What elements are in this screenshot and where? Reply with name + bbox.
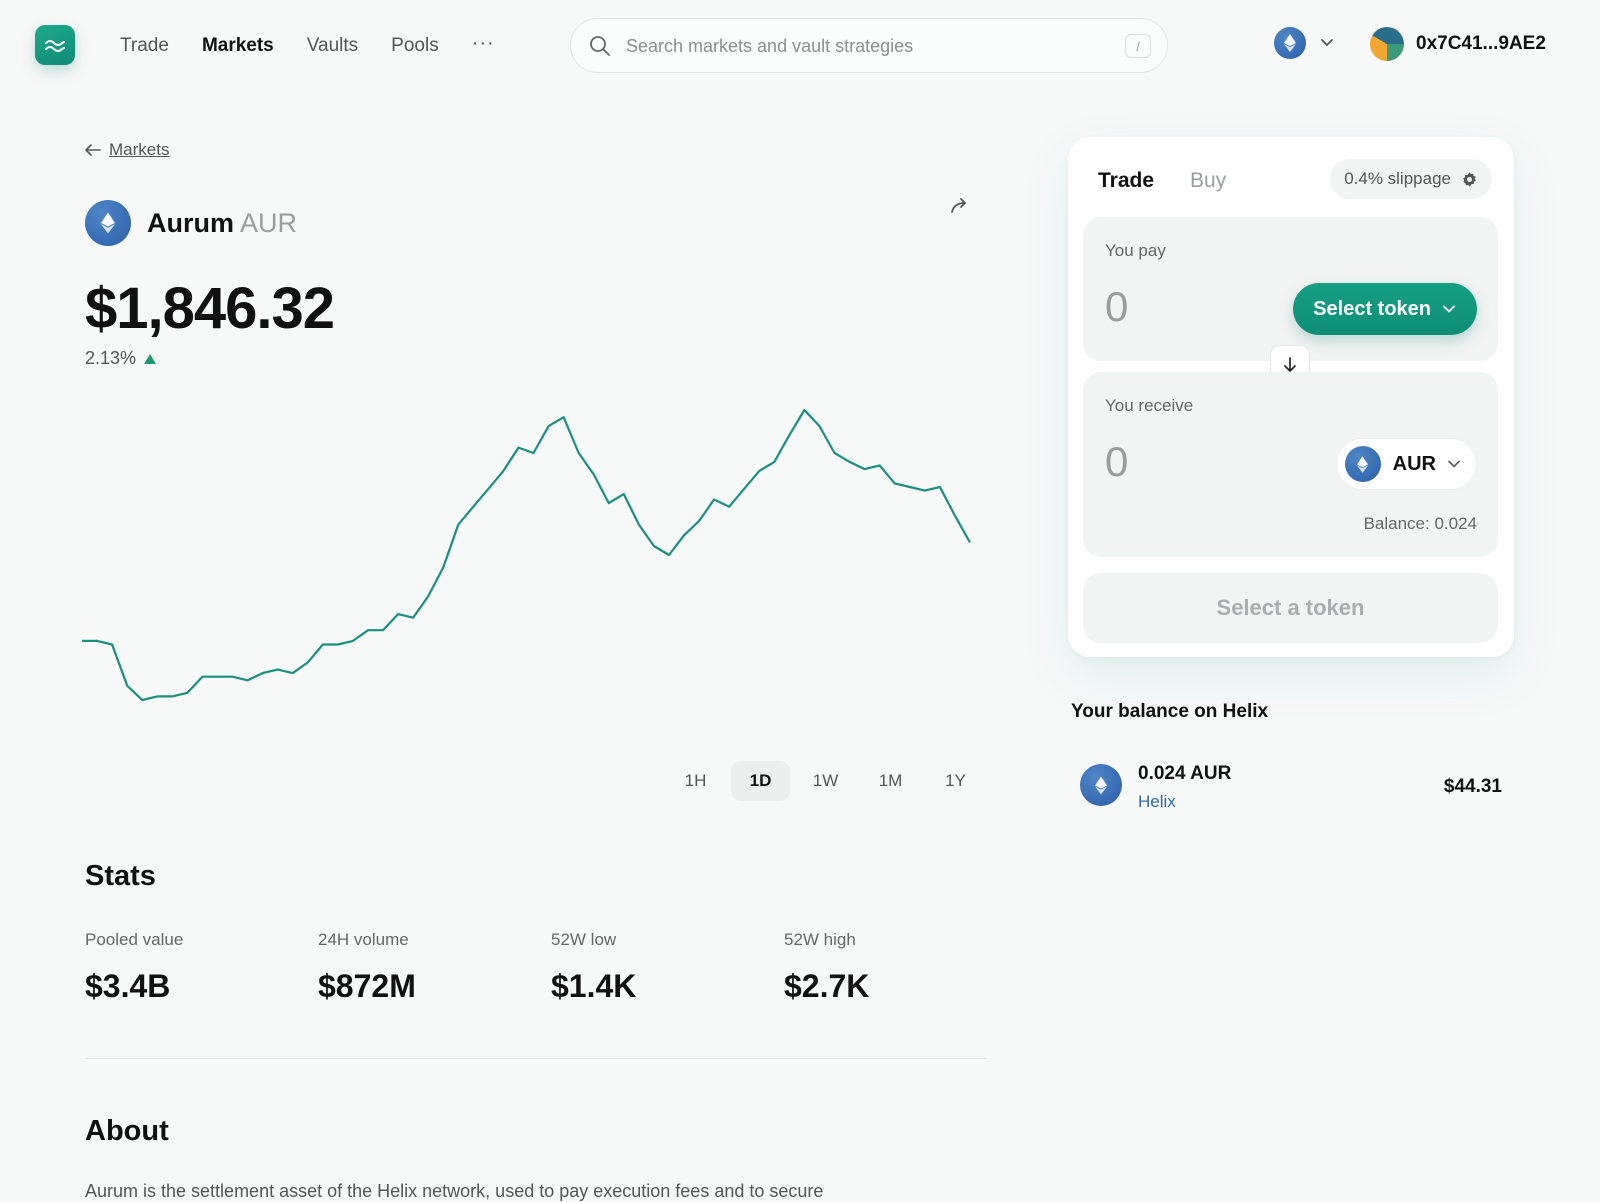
pay-amount-input[interactable]: 0 [1105,283,1128,331]
aur-token-icon [1344,446,1381,482]
back-label: Markets [109,140,170,159]
receive-label: You receive [1105,396,1194,415]
top-bar: Trade Markets Vaults Pools ··· / 0x7C41.… [0,0,1600,92]
up-triangle-icon [144,353,157,364]
pay-box: You pay 0 Select token [1083,217,1498,361]
asset-eth-icon [85,200,131,246]
balance-row[interactable]: 0.024 AUR Helix $44.31 [1080,763,1502,817]
asset-name: Aurum [147,207,234,238]
range-1d[interactable]: 1D [731,761,790,801]
asset-symbol: AUR [240,207,298,238]
about-title: About [85,1115,169,1147]
select-a-token-button[interactable]: Select a token [1083,573,1498,643]
stat-52w-high: 52W high $2.7K [784,930,1017,1005]
range-1m[interactable]: 1M [861,761,920,801]
asset-header: Aurum AUR [85,200,297,246]
wallet-button[interactable]: 0x7C41...9AE2 [1370,27,1546,61]
search-shortcut-key: / [1125,34,1151,58]
chevron-down-icon [1448,460,1460,468]
stat-label: 52W low [551,930,617,949]
stat-label: 52W high [784,930,856,949]
trade-tabs: Trade Buy [1098,169,1226,193]
balance-token-icon [1080,764,1122,806]
wallet-avatar [1370,27,1404,61]
tab-trade[interactable]: Trade [1098,169,1154,193]
wallet-address: 0x7C41...9AE2 [1416,33,1546,54]
search-input[interactable] [626,33,1096,59]
price-line [82,408,971,702]
arrow-down-icon [1284,357,1296,373]
more-menu-icon[interactable]: ··· [472,33,495,58]
slippage-settings-button[interactable]: 0.4% slippage [1330,159,1492,199]
wave-logo-icon [45,40,65,52]
stats-grid: Pooled value $3.4B 24H volume $872M 52W … [85,930,1017,1005]
stat-52w-low: 52W low $1.4K [551,930,784,1005]
range-1w[interactable]: 1W [796,761,855,801]
gear-icon [1463,171,1476,187]
tab-buy[interactable]: Buy [1190,169,1226,193]
price-change: 2.13% [85,348,157,369]
price-chart[interactable] [80,400,990,720]
main-nav: Trade Markets Vaults Pools ··· [120,33,495,58]
nav-markets[interactable]: Markets [202,34,274,58]
select-token-label: Select token [1313,297,1431,320]
chevron-down-icon [1443,305,1455,313]
stat-value: $872M [318,968,416,1004]
asset-price: $1,846.32 [85,276,335,341]
slippage-label: 0.4% slippage [1344,169,1451,188]
back-to-markets-link[interactable]: Markets [85,140,169,160]
range-1y[interactable]: 1Y [926,761,985,801]
nav-vaults[interactable]: Vaults [307,34,358,58]
receive-token-selector[interactable]: AUR [1335,438,1477,490]
range-1h[interactable]: 1H [666,761,725,801]
receive-amount: 0 [1105,438,1129,485]
nav-pools[interactable]: Pools [391,34,439,58]
stat-value: $1.4K [551,968,637,1004]
section-divider [85,1058,987,1059]
price-change-value: 2.13% [85,348,137,368]
balance-amount: 0.024 AUR [1138,763,1232,784]
eth-icon [1274,27,1306,59]
balance-network: Helix [1138,792,1176,811]
select-token-button[interactable]: Select token [1293,283,1477,335]
about-text: Aurum is the settlement asset of the Hel… [85,1181,824,1201]
search-icon [590,36,610,56]
chevron-down-icon [1321,39,1333,47]
trade-card: Trade Buy 0.4% slippage You pay 0 Select… [1068,137,1514,657]
balance-usd-value: $44.31 [1443,776,1502,797]
stat-pooled-value: Pooled value $3.4B [85,930,318,1005]
network-selector[interactable] [1274,27,1334,59]
range-selector: 1H 1D 1W 1M 1Y [666,761,985,801]
stat-value: $2.7K [784,968,870,1004]
nav-trade[interactable]: Trade [120,34,169,58]
your-balance-title: Your balance on Helix [1071,701,1269,722]
stat-value: $3.4B [85,968,171,1004]
arrow-left-icon [85,144,101,156]
app-logo[interactable] [35,25,75,65]
share-icon[interactable] [950,196,972,214]
search-bar[interactable]: / [570,18,1168,73]
stat-label: 24H volume [318,930,409,949]
stat-24h-volume: 24H volume $872M [318,930,551,1005]
receive-token-symbol: AUR [1392,452,1436,475]
receive-balance: Balance: 0.024 [1363,514,1477,533]
stat-label: Pooled value [85,930,184,949]
pay-label: You pay [1105,241,1166,260]
stats-title: Stats [85,860,156,892]
receive-box: You receive 0 AUR Balance: 0.024 [1083,372,1498,557]
